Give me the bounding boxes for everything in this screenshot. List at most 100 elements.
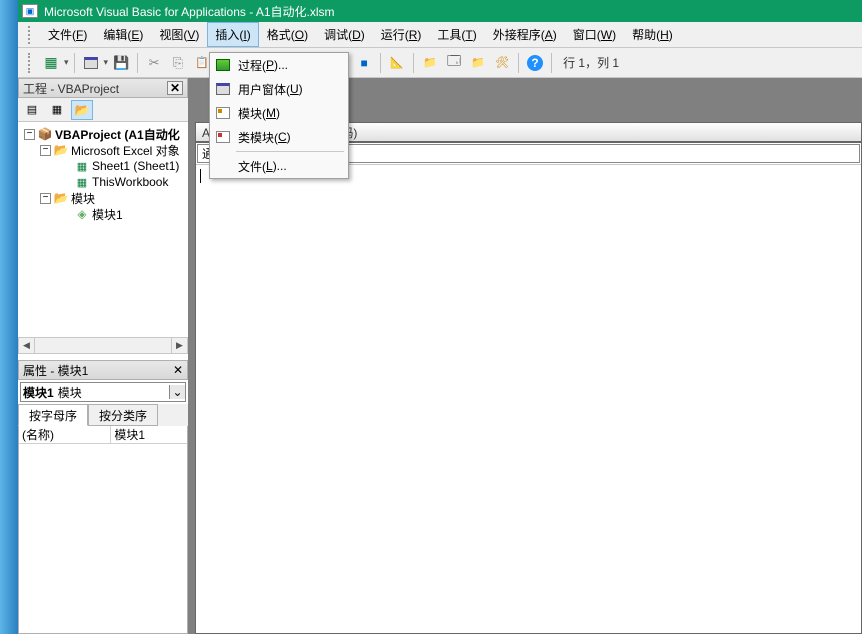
menu-grip[interactable] bbox=[28, 26, 34, 44]
menu-insert[interactable]: 插入(I) bbox=[207, 22, 258, 47]
app-icon: ▣ bbox=[22, 4, 38, 18]
scroll-left-button[interactable]: ◀ bbox=[18, 337, 35, 354]
menu-addins[interactable]: 外接程序(A) bbox=[485, 22, 565, 47]
help-button[interactable] bbox=[524, 52, 546, 74]
menu-item-file[interactable]: 文件(L)... bbox=[210, 154, 348, 178]
save-button[interactable] bbox=[110, 52, 132, 74]
reset-button[interactable] bbox=[353, 52, 375, 74]
properties-window-close-button[interactable]: ✕ bbox=[173, 363, 183, 377]
help-icon bbox=[527, 55, 543, 71]
menu-debug[interactable]: 调试(D) bbox=[316, 22, 373, 47]
class-module-icon bbox=[214, 129, 232, 145]
file-icon bbox=[214, 158, 232, 174]
view-code-button[interactable]: ▤ bbox=[21, 100, 43, 120]
menu-item-userform[interactable]: 用户窗体(U) bbox=[210, 77, 348, 101]
insert-dropdown-menu: 过程(P)... 用户窗体(U) 模块(M) 类模块(C) 文件(L)... bbox=[209, 52, 349, 179]
project-explorer-button[interactable] bbox=[419, 52, 441, 74]
tree-label: 模块1 bbox=[92, 206, 123, 223]
project-explorer-header[interactable]: 工程 - VBAProject ✕ bbox=[18, 78, 188, 98]
toolbar-separator bbox=[551, 53, 552, 73]
menu-run[interactable]: 运行(R) bbox=[373, 22, 430, 47]
object-browser-button[interactable] bbox=[467, 52, 489, 74]
menu-file[interactable]: 文件(F) bbox=[40, 22, 95, 47]
menu-item-class-module[interactable]: 类模块(C) bbox=[210, 125, 348, 149]
chevron-down-icon[interactable]: ⌄ bbox=[169, 385, 185, 399]
scroll-track[interactable] bbox=[35, 337, 171, 354]
module-icon bbox=[214, 105, 232, 121]
menu-bar: 文件(F) 编辑(E) 视图(V) 插入(I) 格式(O) 调试(D) 运行(R… bbox=[18, 22, 862, 48]
tree-excel-objects-folder[interactable]: − Microsoft Excel 对象 bbox=[18, 142, 188, 158]
toolbar-separator bbox=[137, 53, 138, 73]
worksheet-icon bbox=[74, 159, 90, 173]
cut-button[interactable] bbox=[143, 52, 165, 74]
properties-grid[interactable]: (名称) 模块1 bbox=[18, 426, 188, 634]
properties-window-title: 属性 - 模块1 bbox=[23, 362, 173, 379]
scroll-right-button[interactable]: ▶ bbox=[171, 337, 188, 354]
toolbar-separator bbox=[518, 53, 519, 73]
view-object-button[interactable]: ▦ bbox=[46, 100, 68, 120]
tree-label: Microsoft Excel 对象 bbox=[71, 142, 180, 159]
tree-collapse-icon[interactable]: − bbox=[24, 129, 35, 140]
folder-icon bbox=[75, 103, 90, 117]
title-text: Microsoft Visual Basic for Applications … bbox=[44, 3, 335, 20]
menu-format[interactable]: 格式(O) bbox=[259, 22, 316, 47]
menu-edit[interactable]: 编辑(E) bbox=[95, 22, 151, 47]
form-icon bbox=[84, 57, 98, 69]
toggle-folders-button[interactable] bbox=[71, 100, 93, 120]
view-excel-button[interactable] bbox=[40, 52, 62, 74]
menu-help[interactable]: 帮助(H) bbox=[624, 22, 681, 47]
userform-icon bbox=[214, 81, 232, 97]
menu-item-module[interactable]: 模块(M) bbox=[210, 101, 348, 125]
menu-item-procedure[interactable]: 过程(P)... bbox=[210, 53, 348, 77]
tree-collapse-icon[interactable]: − bbox=[40, 193, 51, 204]
procedure-icon bbox=[214, 57, 232, 73]
menu-separator bbox=[236, 151, 344, 152]
folder-open-icon bbox=[53, 191, 69, 205]
properties-object-selector[interactable]: 模块1 模块 ⌄ bbox=[20, 382, 186, 402]
tree-label: VBAProject (A1自动化 bbox=[55, 126, 180, 143]
toolbar-grip[interactable] bbox=[28, 53, 34, 73]
toolbar-separator bbox=[74, 53, 75, 73]
insert-button[interactable] bbox=[80, 52, 102, 74]
property-row-name[interactable]: (名称) 模块1 bbox=[19, 426, 187, 444]
project-explorer-toolbar: ▤ ▦ bbox=[18, 98, 188, 122]
code-window: 通用） bbox=[195, 142, 862, 634]
folder-open-icon bbox=[53, 143, 69, 157]
cursor-position-text: 行 1，列 1 bbox=[563, 54, 619, 71]
design-mode-button[interactable] bbox=[386, 52, 408, 74]
copy-button[interactable] bbox=[167, 52, 189, 74]
project-tree-hscrollbar[interactable]: ◀ ▶ bbox=[18, 337, 188, 354]
tree-thisworkbook[interactable]: ThisWorkbook bbox=[18, 174, 188, 190]
properties-window-button[interactable]: 🗔 bbox=[443, 52, 465, 74]
project-tree[interactable]: − VBAProject (A1自动化 − Microsoft Excel 对象… bbox=[18, 122, 188, 337]
object-type: 模块 bbox=[56, 384, 169, 401]
dropdown-arrow-icon[interactable]: ▾ bbox=[64, 57, 69, 68]
tree-sheet1[interactable]: Sheet1 (Sheet1) bbox=[18, 158, 188, 174]
object-name: 模块1 bbox=[21, 384, 56, 401]
project-explorer-title: 工程 - VBAProject bbox=[23, 80, 167, 97]
dropdown-arrow-icon[interactable]: ▾ bbox=[104, 57, 109, 68]
tab-alphabetic[interactable]: 按字母序 bbox=[18, 404, 88, 426]
property-value-cell[interactable]: 模块1 bbox=[111, 426, 187, 444]
menu-view[interactable]: 视图(V) bbox=[151, 22, 207, 47]
toolbar-separator bbox=[380, 53, 381, 73]
tree-label: Sheet1 (Sheet1) bbox=[92, 159, 179, 173]
menu-tools[interactable]: 工具(T) bbox=[429, 22, 484, 47]
properties-tabs: 按字母序 按分类序 bbox=[18, 404, 188, 426]
tree-collapse-icon[interactable]: − bbox=[40, 145, 51, 156]
tree-label: 模块 bbox=[71, 190, 95, 207]
tree-modules-folder[interactable]: − 模块 bbox=[18, 190, 188, 206]
tab-categorized[interactable]: 按分类序 bbox=[88, 404, 158, 426]
tree-label: ThisWorkbook bbox=[92, 175, 168, 189]
title-bar[interactable]: ▣ Microsoft Visual Basic for Application… bbox=[18, 0, 862, 22]
vba-main-window: ▣ Microsoft Visual Basic for Application… bbox=[18, 0, 862, 634]
left-pane: 工程 - VBAProject ✕ ▤ ▦ − VBAProject (A1自动… bbox=[18, 78, 190, 634]
properties-window-header[interactable]: 属性 - 模块1 ✕ bbox=[18, 360, 188, 380]
standard-toolbar: ▾ ▾ 🗔 行 1，列 1 bbox=[18, 48, 862, 78]
tree-module1[interactable]: 模块1 bbox=[18, 206, 188, 222]
project-explorer-close-button[interactable]: ✕ bbox=[167, 81, 183, 95]
toolbox-button[interactable] bbox=[491, 52, 513, 74]
text-cursor bbox=[200, 169, 201, 183]
tree-root-vbaproject[interactable]: − VBAProject (A1自动化 bbox=[18, 126, 188, 142]
menu-window[interactable]: 窗口(W) bbox=[565, 22, 624, 47]
